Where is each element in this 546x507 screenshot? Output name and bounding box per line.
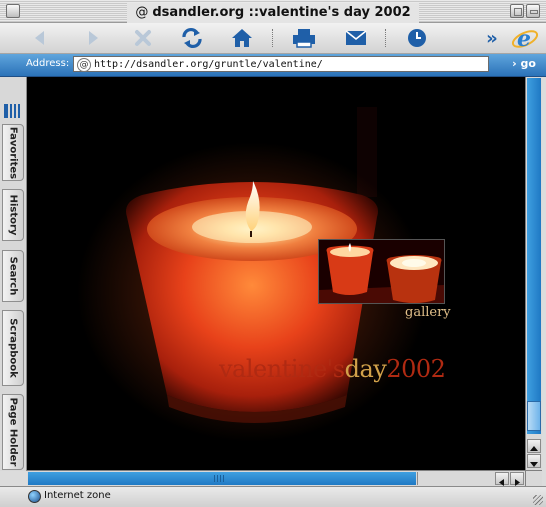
- tab-history[interactable]: History: [2, 189, 24, 241]
- tab-favorites-label: Favorites: [7, 126, 19, 179]
- tab-scrapbook[interactable]: Scrapbook: [2, 310, 24, 386]
- chevron-double-right-icon: »: [486, 27, 498, 49]
- home-button[interactable]: [229, 26, 255, 50]
- zoom-window-button[interactable]: [510, 4, 524, 18]
- address-field[interactable]: @: [73, 56, 489, 72]
- candle-photo: [27, 77, 525, 470]
- status-zone-text: Internet zone: [44, 490, 111, 501]
- page-headline: valentine'sday2002: [219, 355, 446, 383]
- tab-search[interactable]: Search: [2, 250, 24, 302]
- refresh-icon: [182, 28, 202, 48]
- back-arrow-icon: [35, 31, 44, 45]
- browser-toolbar: » e: [0, 23, 546, 54]
- internet-zone-globe-icon: [28, 490, 41, 503]
- horizontal-scrollbar[interactable]: [27, 470, 525, 486]
- tab-search-label: Search: [7, 256, 19, 296]
- refresh-button[interactable]: [178, 26, 206, 50]
- tab-page-holder-label: Page Holder: [7, 397, 19, 467]
- go-button[interactable]: › go: [504, 56, 544, 72]
- vertical-scrollbar[interactable]: [525, 77, 542, 470]
- back-button[interactable]: [28, 26, 54, 50]
- at-icon: @: [77, 58, 91, 72]
- scroll-grip-icon: [214, 475, 224, 482]
- forward-arrow-icon: [89, 31, 98, 45]
- toolbar-more-button[interactable]: »: [483, 26, 501, 50]
- address-bar: Address: @ › go: [0, 54, 546, 77]
- explorer-bar: Favorites History Search Scrapbook Page …: [0, 77, 27, 471]
- home-icon: [232, 29, 252, 47]
- resize-grip[interactable]: [533, 495, 543, 505]
- history-button[interactable]: [403, 26, 431, 50]
- horizontal-scroll-track[interactable]: [28, 472, 416, 485]
- mail-button[interactable]: [342, 26, 370, 50]
- at-icon: @: [135, 5, 149, 20]
- address-label: Address:: [26, 58, 70, 69]
- ie-logo-button[interactable]: e: [510, 26, 540, 51]
- vertical-scroll-thumb[interactable]: [527, 401, 541, 431]
- status-bar: Internet zone: [0, 486, 546, 507]
- url-input[interactable]: [94, 57, 484, 71]
- window-title: @ dsandler.org ::valentine's day 2002: [127, 3, 419, 23]
- scrollbar-corner: [525, 470, 542, 486]
- gallery-thumbnail[interactable]: [318, 239, 445, 304]
- forward-button[interactable]: [80, 26, 106, 50]
- mail-icon: [345, 30, 367, 45]
- scroll-right-button[interactable]: [510, 472, 524, 486]
- print-button[interactable]: [290, 26, 318, 50]
- tab-favorites[interactable]: Favorites: [2, 124, 24, 181]
- gallery-link[interactable]: gallery: [405, 305, 451, 320]
- stop-x-icon: [135, 30, 151, 46]
- web-page-content: gallery valentine'sday2002: [27, 77, 525, 470]
- clock-icon: [408, 29, 426, 47]
- svg-text:e: e: [517, 26, 531, 51]
- ie-logo-icon: e: [511, 26, 539, 51]
- vertical-scroll-track[interactable]: [527, 78, 541, 434]
- tab-page-holder[interactable]: Page Holder: [2, 394, 24, 470]
- stop-button[interactable]: [130, 26, 156, 50]
- tab-history-label: History: [7, 194, 19, 236]
- window-title-text: dsandler.org ::valentine's day 2002: [152, 5, 411, 20]
- tab-scrapbook-label: Scrapbook: [7, 318, 19, 378]
- scroll-up-button[interactable]: [527, 439, 541, 453]
- window-title-bar[interactable]: @ dsandler.org ::valentine's day 2002: [0, 0, 546, 23]
- headline-year: 2002: [386, 355, 446, 383]
- horizontal-scroll-trough[interactable]: [417, 472, 495, 485]
- arrow-down-icon: [530, 462, 538, 467]
- headline-valentines: valentine's: [219, 355, 345, 383]
- gallery-thumbnail-image: [319, 240, 444, 303]
- scroll-left-button[interactable]: [495, 472, 509, 486]
- printer-icon: [293, 29, 315, 48]
- scroll-down-button[interactable]: [527, 454, 541, 468]
- collapse-window-button[interactable]: [526, 4, 540, 18]
- explorer-toggle-icon[interactable]: [4, 103, 22, 119]
- headline-day: day: [344, 355, 387, 383]
